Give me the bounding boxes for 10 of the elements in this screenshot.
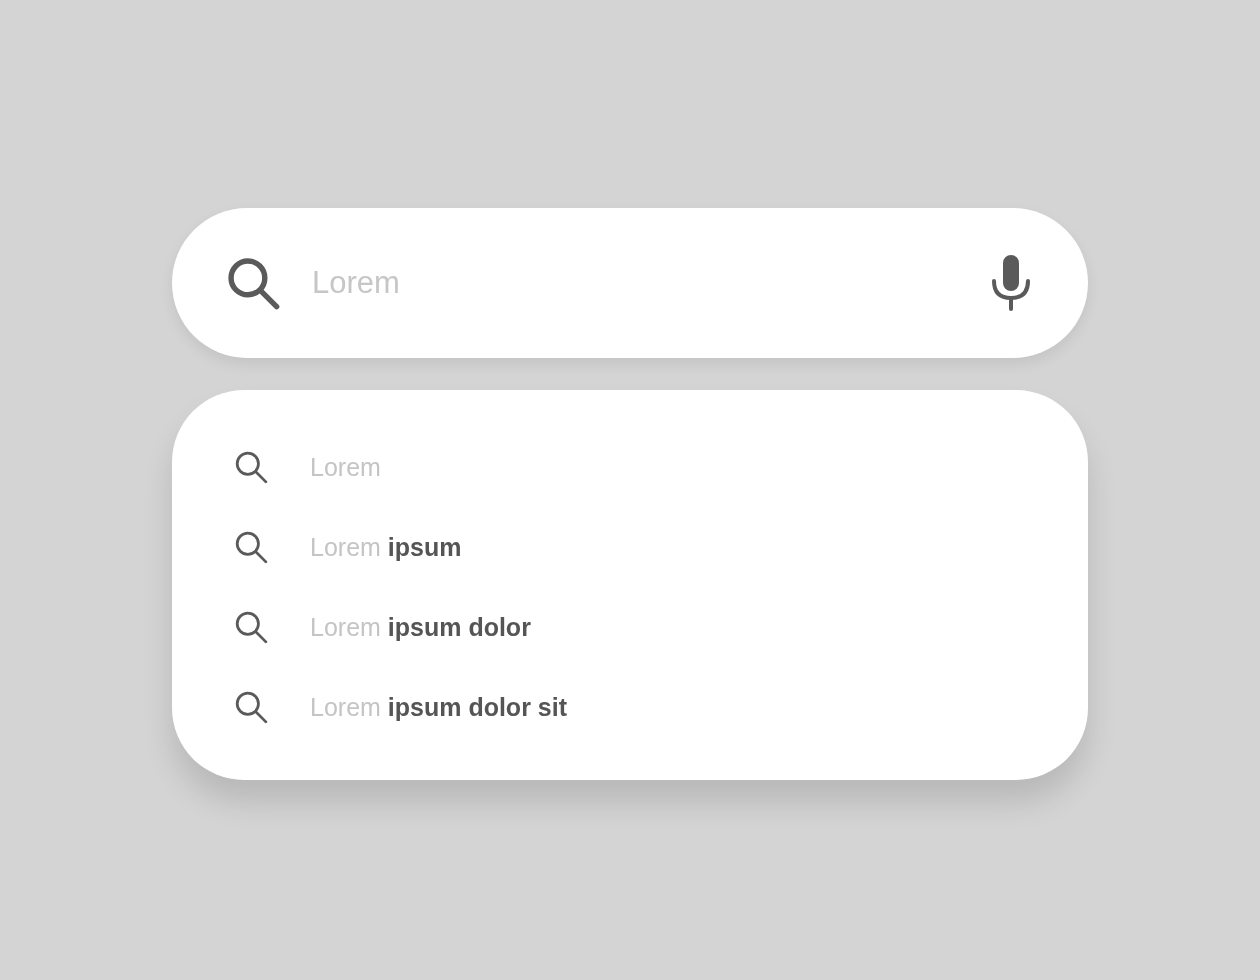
search-icon [234,530,268,564]
search-icon [234,450,268,484]
search-icon [226,256,280,310]
suggestion-text[interactable]: Lorem ipsum dolor sit [310,692,567,722]
search-icon [234,690,268,724]
search-icon [234,610,268,644]
microphone-icon[interactable] [990,255,1032,311]
suggestion-text[interactable]: Lorem ipsum [310,532,462,562]
search-field[interactable]: Lorem [310,264,960,302]
suggestion-text[interactable]: Lorem ipsum dolor [310,612,531,642]
